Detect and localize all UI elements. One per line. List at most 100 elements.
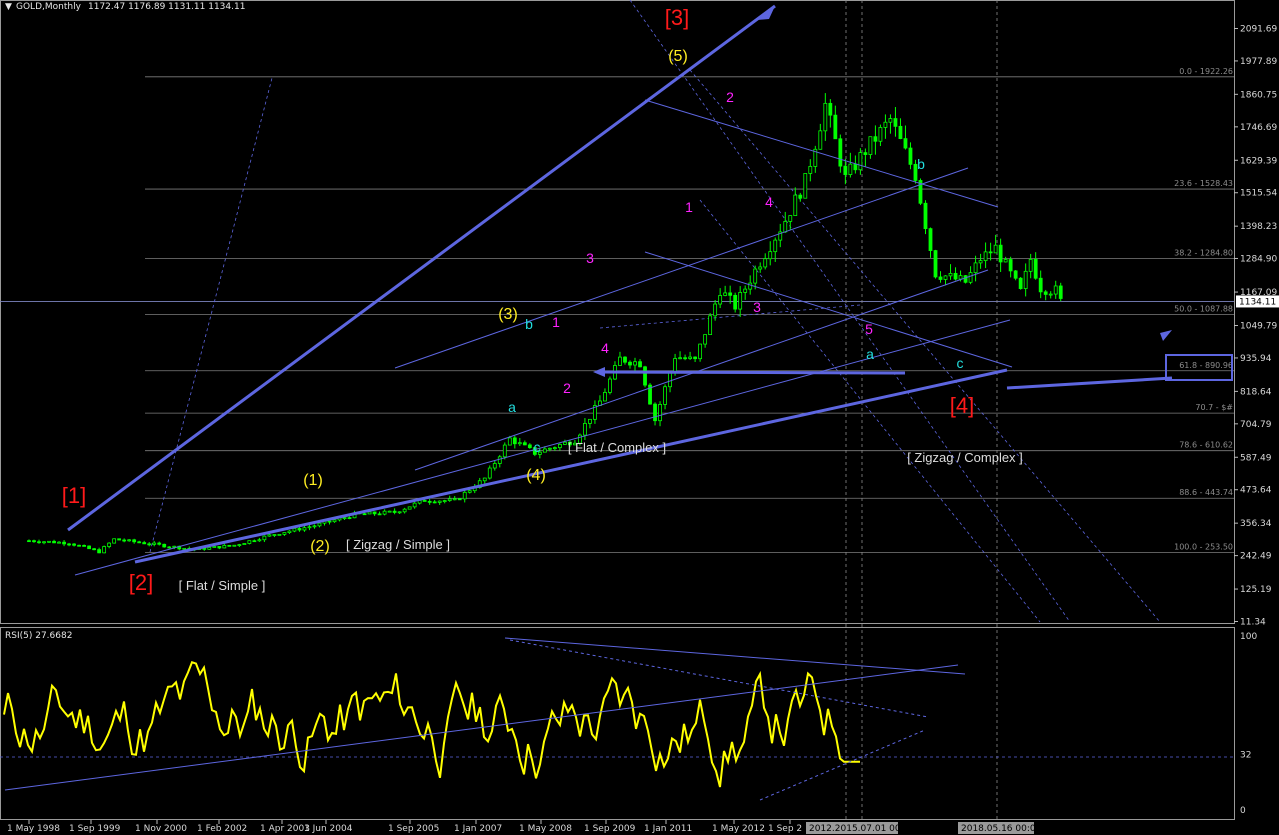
minor-wave-label: 1: [685, 199, 693, 215]
minor-wave-label: 3: [586, 250, 594, 266]
y-tick-label: 473.64: [1240, 486, 1272, 496]
candle-body: [42, 541, 46, 544]
candle-body: [252, 540, 257, 543]
candle-body: [137, 541, 142, 544]
candle-body: [643, 366, 647, 386]
fib-level-label: 23.6 - 1528.43: [1174, 179, 1233, 188]
candle-body: [27, 540, 31, 543]
candle-body: [658, 404, 662, 422]
candle-body: [863, 152, 868, 155]
candle-body: [37, 541, 41, 544]
candle-body: [988, 251, 993, 254]
candle-body: [277, 533, 282, 536]
x-tick-label: 1 Sep 2009: [584, 824, 636, 834]
candle-body: [257, 539, 262, 542]
candle-body: [958, 275, 963, 280]
candle-body: [1018, 277, 1023, 289]
fib-level-label: 0.0 - 1922.26: [1179, 67, 1233, 76]
rsi-plot: [3, 637, 966, 801]
major-trendline: [596, 370, 906, 375]
candle-body: [147, 543, 152, 546]
y-tick-label: 2091.69: [1240, 25, 1277, 35]
candle-body: [973, 262, 978, 274]
minor-wave-label: 2: [726, 89, 734, 105]
candle-body: [978, 260, 983, 264]
fibonacci-retracement: 0.0 - 1922.26 23.6 - 1528.43 38.2 - 1284.8…: [0, 67, 1234, 553]
candle-body: [788, 215, 793, 222]
intermediate-wave-label: (1): [303, 472, 323, 489]
candle-body: [793, 194, 798, 216]
candle-body: [963, 275, 968, 283]
candle-body: [107, 542, 112, 547]
channel-line: [414, 269, 989, 471]
primary-wave-label: [3]: [665, 5, 689, 30]
x-tick-label: 1 Sep 2: [768, 824, 802, 834]
candle-body: [823, 102, 828, 132]
candle-body: [1023, 270, 1028, 289]
candle-body: [182, 547, 187, 550]
candle-body: [507, 437, 512, 446]
candle-body: [938, 276, 943, 280]
rsi-trendline: [504, 637, 966, 675]
fib-level-label: 61.8 - 890.96: [1179, 361, 1233, 370]
candle-body: [342, 517, 347, 520]
candle-body: [923, 202, 928, 230]
candle-body: [848, 163, 853, 175]
x-tick-label: 1 Sep 2005: [388, 824, 439, 834]
candle-body: [217, 546, 222, 549]
y-tick-label: 587.49: [1240, 453, 1272, 463]
y-tick-label: 242.49: [1240, 552, 1272, 562]
candle-body: [833, 114, 838, 140]
candle-body: [442, 500, 447, 502]
candle-body: [653, 403, 657, 422]
candle-body: [492, 463, 497, 469]
candle-body: [72, 543, 76, 546]
candle-body: [798, 194, 803, 199]
y-tick-label: 1746.69: [1240, 123, 1277, 133]
candle-body: [502, 444, 507, 458]
minor-wave-label: 4: [601, 340, 609, 356]
abc-wave-label: c: [957, 355, 964, 371]
x-tick-label: 1 Sep 1999: [69, 824, 121, 834]
candle-body: [482, 477, 487, 482]
x-tick-label: 1 Nov 2000: [135, 824, 187, 834]
projection-line: [599, 304, 861, 329]
candle-body: [803, 173, 808, 199]
candle-body: [102, 546, 107, 554]
candle-body: [723, 292, 728, 296]
candle-body: [943, 275, 948, 280]
candle-body: [928, 228, 933, 251]
candle-body: [583, 423, 587, 436]
projection-line: [689, 69, 1161, 623]
candle-body: [753, 268, 758, 284]
candle-body: [878, 127, 883, 142]
candle-body: [588, 418, 592, 424]
abc-wave-label: b: [525, 316, 533, 332]
candle-body: [222, 544, 227, 549]
candle-body: [332, 519, 337, 523]
candle-body: [227, 544, 232, 547]
x-tick-label: 1 Jan 2011: [644, 824, 692, 834]
candle-body: [167, 546, 172, 549]
candle-body: [87, 545, 91, 550]
candle-body: [32, 540, 36, 543]
candle-body: [873, 136, 878, 142]
candle-body: [372, 511, 377, 515]
candle-body: [242, 543, 247, 545]
candle-body: [703, 334, 708, 345]
candle-body: [457, 498, 462, 501]
candle-body: [838, 138, 843, 167]
candle-body: [237, 544, 242, 546]
candle-body: [948, 273, 953, 277]
candle-body: [1053, 285, 1058, 295]
major-trendline: [134, 368, 1008, 564]
candle-body: [748, 282, 753, 290]
candle-body: [828, 102, 833, 116]
last-price-label: 1134.11: [1239, 297, 1276, 307]
chart-dropdown-icon[interactable]: ▼: [5, 2, 12, 12]
fib-level-label: 78.6 - 610.62: [1179, 441, 1233, 450]
candle-body: [898, 125, 903, 139]
candle-body: [1013, 270, 1018, 279]
candle-body: [272, 534, 277, 536]
candle-body: [367, 511, 372, 515]
